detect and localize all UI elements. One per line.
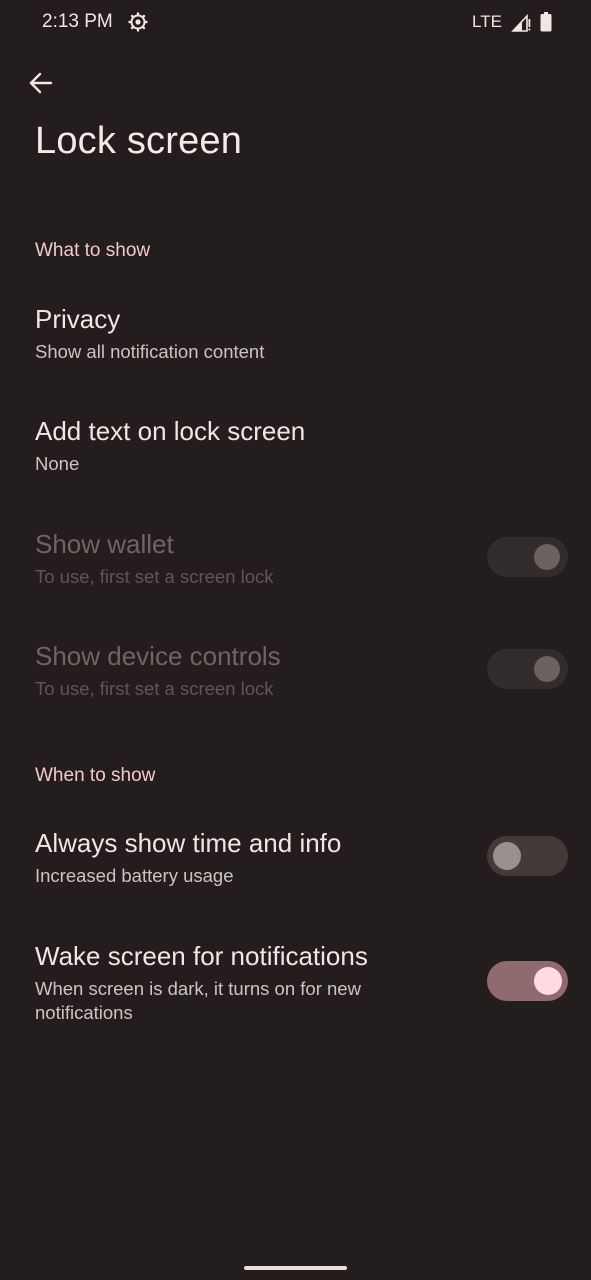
- back-button[interactable]: [24, 68, 58, 102]
- pref-summary: To use, first set a screen lock: [35, 678, 274, 699]
- privacy-setting[interactable]: Privacy Show all notification content: [0, 290, 591, 390]
- pref-title: Show wallet: [35, 529, 174, 559]
- section-header-what-to-show: What to show: [35, 240, 151, 261]
- show-device-controls-toggle: [487, 649, 568, 689]
- pref-title: Always show time and info: [35, 828, 342, 858]
- pref-summary: None: [35, 453, 80, 474]
- status-time: 2:13 PM: [42, 11, 113, 32]
- toggle-thumb: [493, 842, 521, 870]
- show-device-controls-setting: Show device controls To use, first set a…: [0, 627, 591, 727]
- page-title: Lock screen: [35, 120, 243, 162]
- toggle-thumb: [534, 656, 560, 682]
- pref-title: Privacy: [35, 304, 121, 334]
- toggle-thumb: [534, 544, 560, 570]
- always-show-time-and-info-toggle[interactable]: [487, 836, 568, 876]
- always-show-time-and-info-setting[interactable]: Always show time and info Increased batt…: [0, 814, 591, 914]
- pref-summary: Show all notification content: [35, 341, 265, 362]
- add-text-on-lock-screen-setting[interactable]: Add text on lock screen None: [0, 402, 591, 502]
- status-bar: 2:13 PM LTE: [0, 0, 591, 46]
- show-wallet-setting: Show wallet To use, first set a screen l…: [0, 515, 591, 615]
- wake-screen-for-notifications-toggle[interactable]: [487, 961, 568, 1001]
- battery-icon: [540, 12, 552, 32]
- section-header-when-to-show: When to show: [35, 765, 156, 786]
- wake-screen-for-notifications-setting[interactable]: Wake screen for notifications When scree…: [0, 927, 591, 1037]
- pref-summary: To use, first set a screen lock: [35, 566, 274, 587]
- toggle-thumb: [534, 967, 562, 995]
- show-wallet-toggle: [487, 537, 568, 577]
- arrow-back-icon: [28, 70, 54, 101]
- signal-icon: [511, 13, 531, 32]
- pref-title: Add text on lock screen: [35, 416, 306, 446]
- network-type: LTE: [472, 12, 502, 31]
- pref-title: Show device controls: [35, 641, 281, 671]
- pref-summary: When screen is dark, it turns on for new…: [35, 978, 361, 1023]
- pref-title: Wake screen for notifications: [35, 941, 368, 971]
- gear-icon: [128, 12, 148, 32]
- pref-summary: Increased battery usage: [35, 865, 234, 886]
- gesture-nav-handle[interactable]: [244, 1266, 347, 1270]
